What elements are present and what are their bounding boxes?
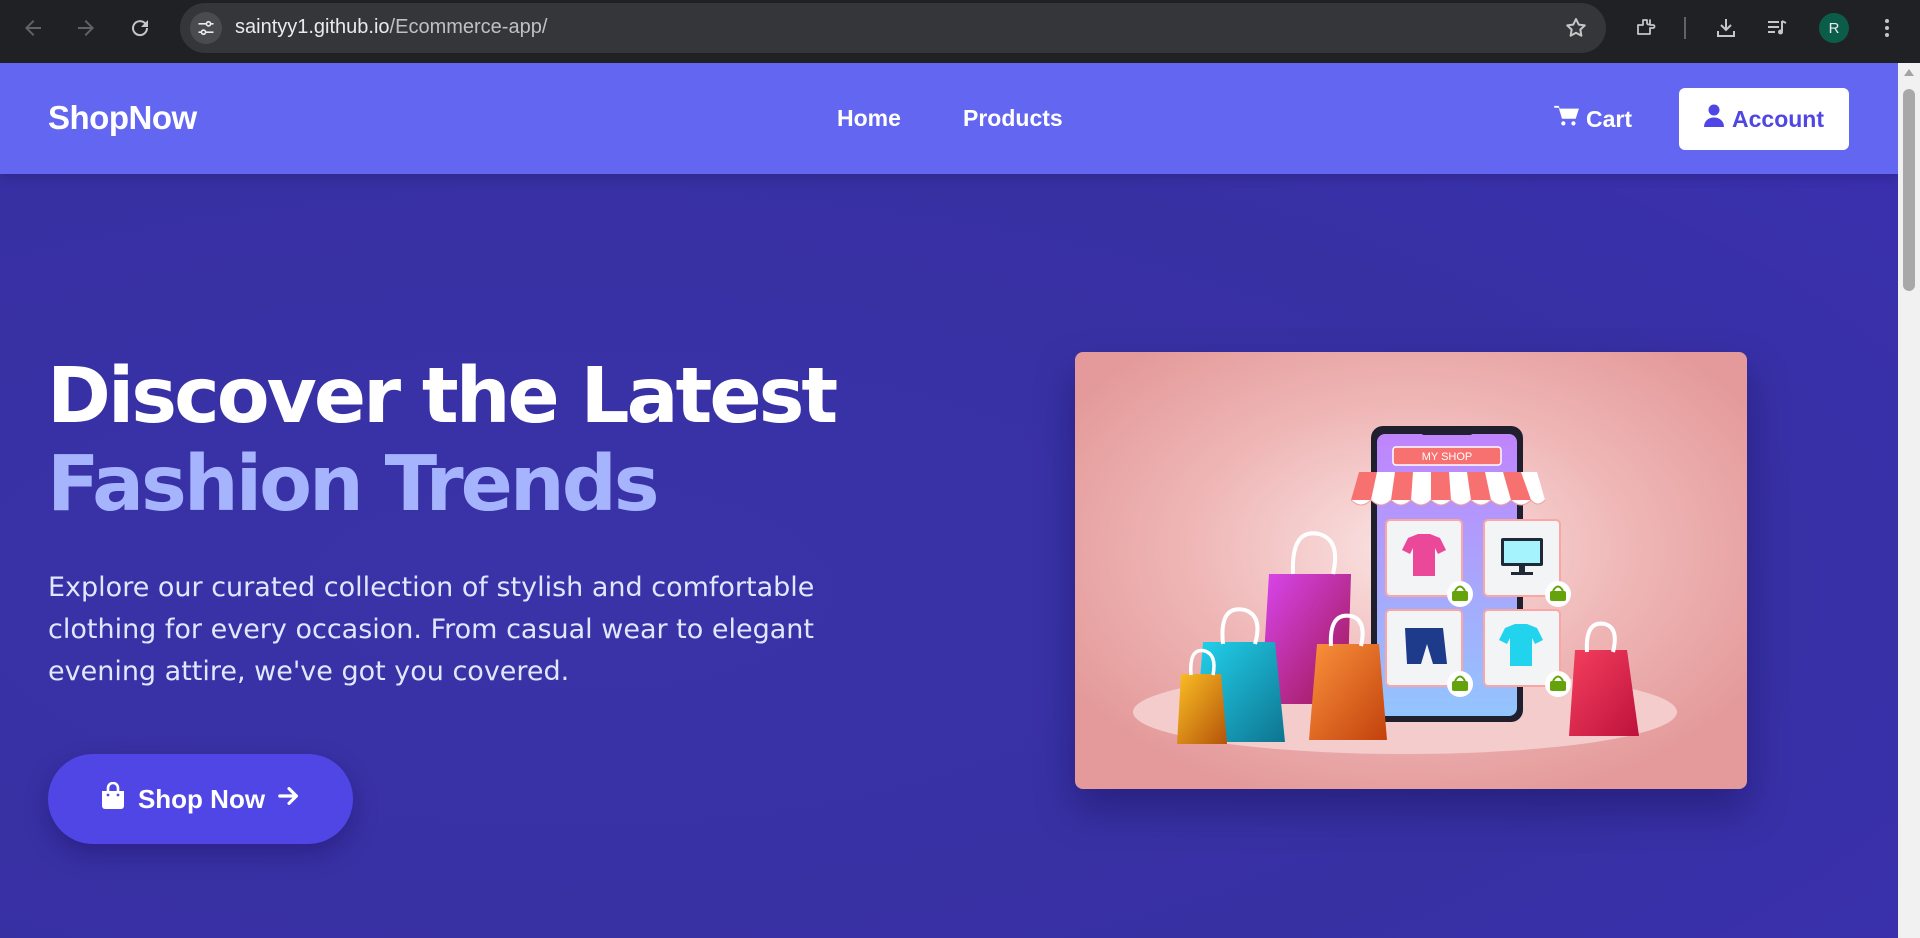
- nav-link-products[interactable]: Products: [963, 105, 1063, 132]
- nav-link-home[interactable]: Home: [837, 105, 901, 132]
- hero-description: Explore our curated collection of stylis…: [48, 572, 815, 687]
- cart-icon: [1554, 105, 1580, 133]
- arrow-right-icon: [277, 783, 301, 816]
- hero-title-line-2: Fashion Trends: [47, 440, 660, 529]
- cart-link[interactable]: Cart: [1554, 105, 1632, 133]
- menu-dots-icon[interactable]: [1868, 9, 1906, 47]
- user-icon: [1704, 104, 1724, 134]
- hero-title-line-1: Discover the Latest: [47, 352, 838, 441]
- address-bar[interactable]: saintyy1.github.io/Ecommerce-app/: [180, 3, 1606, 53]
- toolbar-divider: [1684, 17, 1686, 39]
- back-icon[interactable]: [14, 9, 52, 47]
- my-shop-sign: MY SHOP: [1422, 451, 1473, 463]
- hero-title: Discover the Latest Fashion Trends: [47, 352, 838, 529]
- site-logo[interactable]: ShopNow: [48, 99, 197, 137]
- browser-toolbar: saintyy1.github.io/Ecommerce-app/ R: [0, 0, 1920, 63]
- download-icon[interactable]: [1707, 9, 1745, 47]
- page-viewport: ShopNow Home Products Cart Account Disco…: [0, 63, 1898, 938]
- profile-avatar[interactable]: R: [1819, 13, 1849, 43]
- media-control-icon[interactable]: [1758, 9, 1796, 47]
- extensions-icon[interactable]: [1627, 9, 1665, 47]
- site-navbar: ShopNow Home Products Cart Account: [0, 63, 1898, 174]
- scroll-thumb[interactable]: [1903, 89, 1915, 291]
- shop-now-button[interactable]: Shop Now: [48, 754, 353, 844]
- url-text[interactable]: saintyy1.github.io/Ecommerce-app/: [235, 16, 547, 39]
- cart-label: Cart: [1586, 105, 1633, 132]
- shop-now-label: Shop Now: [137, 783, 266, 814]
- site-settings-icon[interactable]: [190, 12, 222, 44]
- bookmark-star-icon[interactable]: [1564, 16, 1588, 44]
- page-scrollbar[interactable]: [1898, 63, 1920, 938]
- account-button[interactable]: Account: [1679, 88, 1849, 150]
- hero-illustration: MY SHOP: [1075, 352, 1747, 789]
- scroll-up-arrow-icon[interactable]: [1904, 69, 1914, 76]
- forward-icon[interactable]: [67, 9, 105, 47]
- account-label: Account: [1732, 105, 1824, 132]
- reload-icon[interactable]: [121, 9, 159, 47]
- shopping-bag-icon: [100, 781, 126, 817]
